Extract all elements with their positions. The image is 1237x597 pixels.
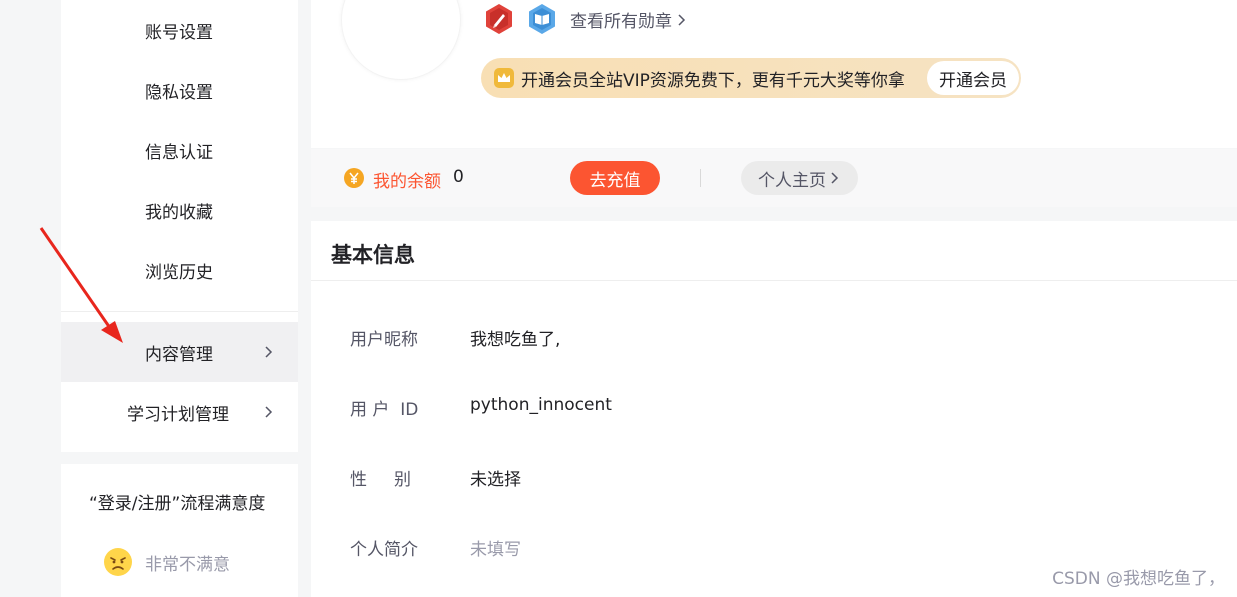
sidebar-item-verification[interactable]: 信息认证 xyxy=(61,120,298,180)
balance-value: 0 xyxy=(453,167,464,187)
info-key: 用 户 ID xyxy=(350,400,419,420)
book-badge-icon[interactable] xyxy=(526,3,558,35)
sidebar-item-account-settings[interactable]: 账号设置 xyxy=(61,0,298,60)
section-title: 基本信息 xyxy=(331,243,415,267)
pen-badge-icon[interactable] xyxy=(483,3,515,35)
info-key: 用户昵称 xyxy=(350,330,418,350)
vip-promo-text: 开通会员全站VIP资源免费下，更有千元大奖等你拿 xyxy=(521,70,905,91)
info-row-user-id: 用 户 ID python_innocent xyxy=(311,395,1237,425)
chevron-right-icon xyxy=(678,13,686,26)
profile-header: 查看所有勋章 开通会员全站VIP资源免费下，更有千元大奖等你拿 开通会员 xyxy=(311,0,1237,148)
chevron-right-icon xyxy=(265,346,273,358)
info-value: 未选择 xyxy=(470,470,521,490)
sidebar-item-favorites[interactable]: 我的收藏 xyxy=(61,180,298,240)
balance-label[interactable]: 我的余额 xyxy=(373,167,441,192)
vip-promo-banner[interactable]: 开通会员全站VIP资源免费下，更有千元大奖等你拿 开通会员 xyxy=(481,58,1021,98)
basic-info-panel: 基本信息 用户昵称 我想吃鱼了, 用 户 ID python_innocent … xyxy=(311,221,1237,597)
sidebar-item-label: 学习计划管理 xyxy=(127,404,229,425)
info-row-nickname: 用户昵称 我想吃鱼了, xyxy=(311,325,1237,355)
info-key: 性 别 xyxy=(350,470,412,490)
balance-bar: 我的余额 0 去充值 个人主页 xyxy=(311,149,1237,207)
info-row-bio: 个人简介 未填写 xyxy=(311,535,1237,565)
angry-face-icon xyxy=(104,548,132,576)
sidebar-item-label: 信息认证 xyxy=(145,142,213,163)
info-value: python_innocent xyxy=(470,395,612,415)
divider xyxy=(311,280,1237,281)
sidebar-item-label: 浏览历史 xyxy=(145,262,213,283)
survey-title: “登录/注册”流程满意度 xyxy=(89,494,266,514)
recharge-button[interactable]: 去充值 xyxy=(570,161,660,195)
sidebar-item-label: 隐私设置 xyxy=(145,82,213,103)
avatar[interactable] xyxy=(341,0,461,80)
info-row-gender: 性 别 未选择 xyxy=(311,465,1237,495)
sidebar-divider xyxy=(61,311,298,312)
sidebar-item-label: 我的收藏 xyxy=(145,202,213,223)
chevron-right-icon xyxy=(831,172,839,184)
sidebar-item-history[interactable]: 浏览历史 xyxy=(61,240,298,300)
survey-option-label: 非常不满意 xyxy=(145,554,230,575)
satisfaction-survey: “登录/注册”流程满意度 非常不满意 xyxy=(61,464,298,597)
view-all-badges-link[interactable]: 查看所有勋章 xyxy=(570,7,688,32)
sidebar-item-label: 内容管理 xyxy=(145,344,213,365)
survey-option-very-unsatisfied[interactable]: 非常不满意 xyxy=(103,547,230,577)
info-value: 未填写 xyxy=(470,540,521,560)
chevron-right-icon xyxy=(265,406,273,418)
separator xyxy=(700,169,701,187)
personal-homepage-button[interactable]: 个人主页 xyxy=(741,161,858,195)
yen-coin-icon xyxy=(344,168,364,188)
watermark: CSDN @我想吃鱼了， xyxy=(1052,569,1225,589)
settings-sidebar: 账号设置 隐私设置 信息认证 我的收藏 浏览历史 内容管理 学习计划管理 xyxy=(61,0,298,452)
sidebar-item-content-management[interactable]: 内容管理 xyxy=(61,322,298,382)
sidebar-item-study-plan[interactable]: 学习计划管理 xyxy=(61,382,298,442)
crown-icon xyxy=(494,68,514,88)
info-key: 个人简介 xyxy=(350,540,418,560)
main-content: 查看所有勋章 开通会员全站VIP资源免费下，更有千元大奖等你拿 开通会员 我的余… xyxy=(311,0,1237,597)
badges-link-label: 查看所有勋章 xyxy=(570,12,672,32)
sidebar-item-label: 账号设置 xyxy=(145,22,213,43)
homepage-label: 个人主页 xyxy=(758,170,826,191)
info-value: 我想吃鱼了, xyxy=(470,330,561,350)
open-vip-button[interactable]: 开通会员 xyxy=(927,61,1019,95)
sidebar-item-privacy-settings[interactable]: 隐私设置 xyxy=(61,60,298,120)
